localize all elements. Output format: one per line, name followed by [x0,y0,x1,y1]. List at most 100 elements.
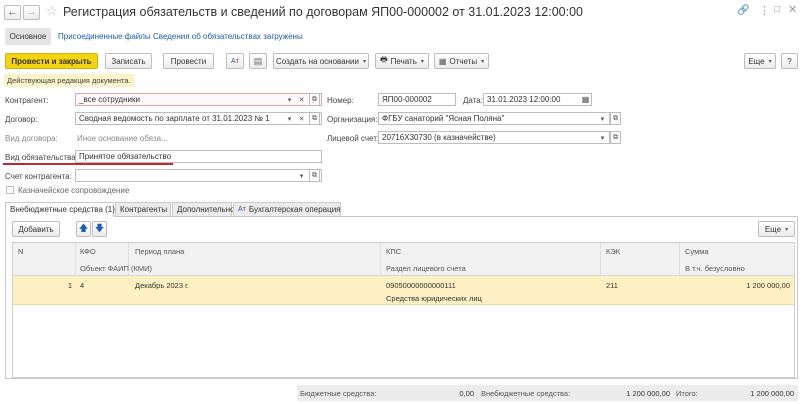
organization-field[interactable]: ФГБУ санаторий "Ясная Поляна" [378,112,610,125]
col-header-period[interactable]: Период плана [135,247,184,256]
counterparty-dropdown-icon[interactable]: ▾ [284,93,295,106]
tab-panel-top-line [114,216,798,217]
add-row-label: Добавить [18,224,54,234]
treasury-label: Казначейское сопровождение [18,186,130,195]
extrabudget-label: Внебюджетные средства: [481,389,571,398]
personal-account-label: Лицевой счет: [327,134,380,143]
counterparty-clear-icon[interactable]: ✕ [296,93,307,106]
col-header-kps[interactable]: КПС [386,247,401,256]
help-button[interactable]: ? [781,53,798,69]
tab-additional-label: Дополнительно [177,205,235,214]
create-based-button[interactable]: Создать на основании ▾ [273,53,369,69]
contract-clear-icon[interactable]: ✕ [296,112,307,125]
number-field[interactable]: ЯП00-000002 [378,93,456,106]
add-row-button[interactable]: Добавить [12,221,60,237]
accounting-icon: Aт [238,206,246,213]
contract-label: Договор: [5,115,38,124]
counterparty-open-icon[interactable]: ⧉ [309,93,320,106]
col-header-faip[interactable]: Объект ФАИП (КМИ) [80,264,152,273]
window-title: Регистрация обязательств и сведений по д… [63,5,583,19]
tab-accounting-label: Бухгалтерская операция [248,205,341,214]
spellcheck-button[interactable]: Aт [226,53,244,69]
col-header-unconditional[interactable]: В т.ч. безусловно [685,264,745,273]
cell-kfo: 4 [80,281,85,290]
tab-counterparties[interactable]: Контрагенты [115,202,171,217]
save-button[interactable]: Записать [105,53,152,69]
cell-kek: 211 [606,281,618,290]
personal-account-open-icon[interactable]: ⧉ [610,131,621,144]
counterparty-label: Контрагент: [5,96,49,105]
extrabudget-value: 1 200 000,00 [626,389,670,398]
personal-account-field[interactable]: 20716Х30730 (в казначействе) [378,131,610,144]
post-and-close-label: Провести и закрыть [11,56,92,66]
table-more-button[interactable]: Еще ▾ [758,221,795,237]
tab-main-label: Основное [9,32,47,41]
calendar-icon[interactable]: ▦ [580,93,591,106]
col-header-kek[interactable]: КЭК [606,247,620,256]
number-label: Номер: [327,96,354,105]
post-and-close-button[interactable]: Провести и закрыть [5,53,98,69]
cell-period: Декабрь 2023 г. [135,281,189,290]
journal-icon[interactable]: ▤ [249,53,267,69]
contract-type-value: Иное основание обяза... [77,134,168,143]
reports-label: Отчеты [449,56,478,66]
move-down-button[interactable]: 🡇 [92,221,107,237]
print-button[interactable]: 🖶 Печать ▾ [375,53,429,69]
personal-account-dropdown-icon[interactable]: ▾ [597,131,608,144]
total-label: Итого: [676,389,698,398]
col-header-sum[interactable]: Сумма [685,247,709,256]
contract-dropdown-icon[interactable]: ▾ [284,112,295,125]
maximize-icon[interactable]: □ [774,4,780,15]
reports-button[interactable]: ▦ Отчеты ▾ [434,53,489,69]
counterparty-account-field[interactable] [75,169,322,182]
counterparty-account-label: Счет контрагента: [5,172,72,181]
save-label: Записать [111,56,146,66]
print-label: Печать [390,56,417,66]
help-label: ? [787,56,792,66]
tab-main[interactable]: Основное [5,28,51,45]
tab-attached-files[interactable]: Присоединенные файлы [58,32,151,41]
total-value: 1 200 000,00 [750,389,794,398]
create-based-label: Создать на основании [275,56,359,66]
date-field[interactable]: 31.01.2023 12:00:00 [483,93,592,106]
organization-label: Организация: [327,115,378,124]
favorite-star-icon[interactable]: ☆ [46,3,58,19]
budget-value: 0,00 [459,389,474,398]
back-button[interactable]: ← [4,5,21,20]
cell-sum: 1 200 000,00 [746,281,790,290]
move-up-button[interactable]: 🡅 [76,221,91,237]
cell-section: Средства юридических лиц [386,294,482,303]
post-button[interactable]: Провести [163,53,214,69]
tab-extrabudget[interactable]: Внебюджетные средства (1) [5,202,115,217]
organization-open-icon[interactable]: ⧉ [610,112,621,125]
col-header-kfo[interactable]: КФО [80,247,96,256]
more-label: Еще [748,56,765,66]
account-open-icon[interactable]: ⧉ [309,169,320,182]
post-label: Провести [170,56,207,66]
cell-kps: 09050000000000111 [386,281,456,290]
treasury-checkbox[interactable] [6,186,14,194]
printer-icon: 🖶 [380,55,388,64]
obligation-type-label: Вид обязательства: [5,153,78,162]
more-button[interactable]: Еще ▾ [744,53,776,69]
obligation-type-field[interactable]: Принятое обязательство [75,150,322,163]
more-vertical-icon[interactable]: ⋮ [759,4,770,17]
contract-type-label: Вид договора: [5,134,58,143]
tab-extrabudget-label: Внебюджетные средства (1) [10,205,115,214]
link-icon[interactable]: 🔗 [737,5,749,16]
col-header-section[interactable]: Раздел лицевого счета [386,264,466,273]
contract-open-icon[interactable]: ⧉ [309,112,320,125]
tab-accounting-operation[interactable]: Aт Бухгалтерская операция [233,202,341,217]
date-label: Дата: [463,96,483,105]
tab-obligations-loaded[interactable]: Сведения об обязательствах загружены [153,32,303,41]
forward-button[interactable]: → [23,5,40,20]
tab-additional[interactable]: Дополнительно [172,202,235,217]
cell-n: 1 [67,281,72,290]
account-dropdown-icon[interactable]: ▾ [296,169,307,182]
tab-counterparties-label: Контрагенты [120,205,168,214]
obligation-type-underline [3,163,173,165]
organization-dropdown-icon[interactable]: ▾ [597,112,608,125]
close-icon[interactable]: ✕ [788,3,797,16]
budget-label: Бюджетные средства: [300,389,377,398]
col-header-n[interactable]: N [18,247,23,256]
